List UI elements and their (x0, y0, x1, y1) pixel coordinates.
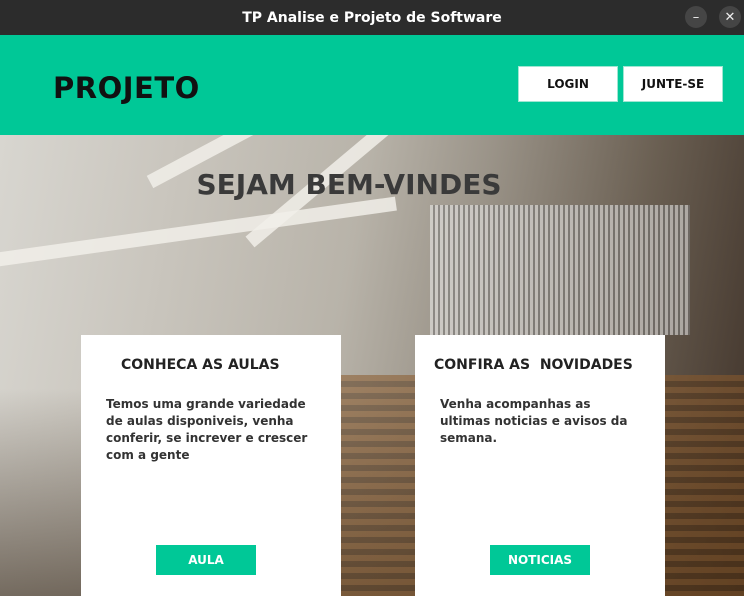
join-button[interactable]: JUNTE-SE (623, 66, 723, 102)
minimize-icon: – (692, 9, 700, 25)
card-description: Temos uma grande variedade de aulas disp… (106, 397, 308, 462)
close-icon: ✕ (724, 9, 736, 25)
card-title: CONHECA AS AULAS (121, 357, 280, 373)
window-titlebar: TP Analise e Projeto de Software – ✕ (0, 0, 744, 35)
minimize-button[interactable]: – (685, 6, 707, 28)
classes-button[interactable]: AULA (156, 545, 256, 575)
acoustic-panel (430, 205, 690, 335)
card-description: Venha acompanhas as ultimas noticias e a… (440, 397, 628, 445)
close-button[interactable]: ✕ (719, 6, 741, 28)
login-button[interactable]: LOGIN (518, 66, 618, 102)
app-header: PROJETO LOGIN JUNTE-SE (0, 35, 744, 135)
classes-card: CONHECA AS AULAS Temos uma grande varied… (81, 335, 341, 596)
welcome-heading: SEJAM BEM-VINDES (196, 168, 502, 201)
news-card: CONFIRA AS NOVIDADES Venha acompanhas as… (415, 335, 665, 596)
brand-logo-text[interactable]: PROJETO (53, 71, 200, 105)
news-button[interactable]: NOTICIAS (490, 545, 590, 575)
card-title: CONFIRA AS NOVIDADES (434, 357, 633, 373)
ceiling-beam (0, 196, 397, 269)
window-title: TP Analise e Projeto de Software (242, 9, 502, 26)
